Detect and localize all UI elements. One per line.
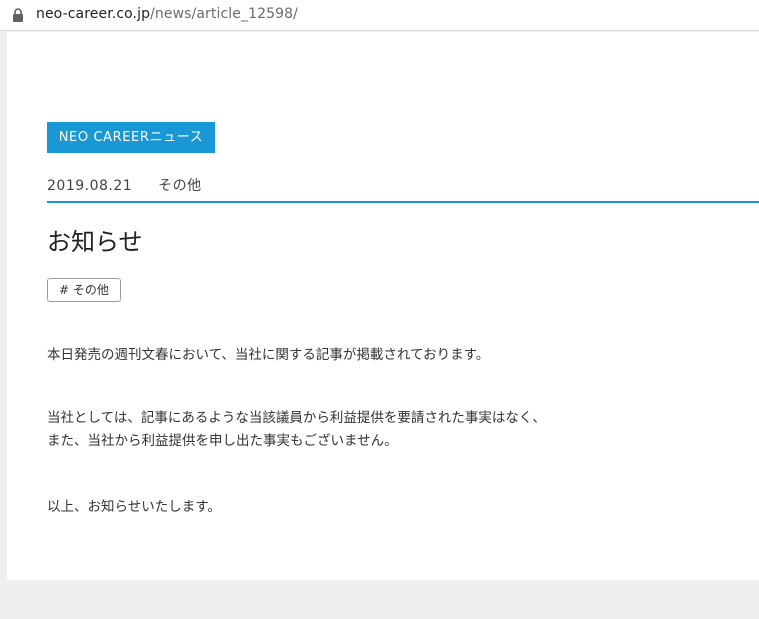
body-line: 以上、お知らせいたします。: [47, 499, 221, 515]
body-line: 当社としては、記事にあるような当該議員から利益提供を要請された事実はなく、: [47, 410, 546, 426]
page-title: お知らせ: [47, 228, 143, 256]
url-domain: neo-career.co.jp: [36, 6, 151, 22]
body-paragraph-1: 本日発売の週刊文春において、当社に関する記事が掲載されております。: [47, 344, 489, 367]
address-bar[interactable]: neo-career.co.jp/news/article_12598/: [0, 0, 759, 31]
article-date: 2019.08.21: [47, 178, 133, 194]
title-divider: [47, 201, 759, 203]
news-category-tag[interactable]: NEO CAREERニュース: [47, 122, 215, 153]
url-path: /news/article_12598/: [150, 6, 298, 22]
lock-icon[interactable]: [12, 8, 24, 22]
article-content: NEO CAREERニュース 2019.08.21 その他 お知らせ # その他 …: [7, 32, 759, 580]
body-line: また、当社から利益提供を申し出た事実もございません。: [47, 433, 398, 449]
url-text[interactable]: neo-career.co.jp/news/article_12598/: [36, 6, 298, 22]
article-meta: 2019.08.21 その他: [47, 175, 202, 195]
body-line: 本日発売の週刊文春において、当社に関する記事が掲載されております。: [47, 347, 490, 363]
hashtag-link[interactable]: # その他: [47, 278, 121, 302]
article-category[interactable]: その他: [158, 178, 202, 194]
body-paragraph-2: 当社としては、記事にあるような当該議員から利益提供を要請された事実はなく、 また、…: [47, 407, 546, 453]
body-paragraph-3: 以上、お知らせいたします。: [47, 496, 221, 519]
